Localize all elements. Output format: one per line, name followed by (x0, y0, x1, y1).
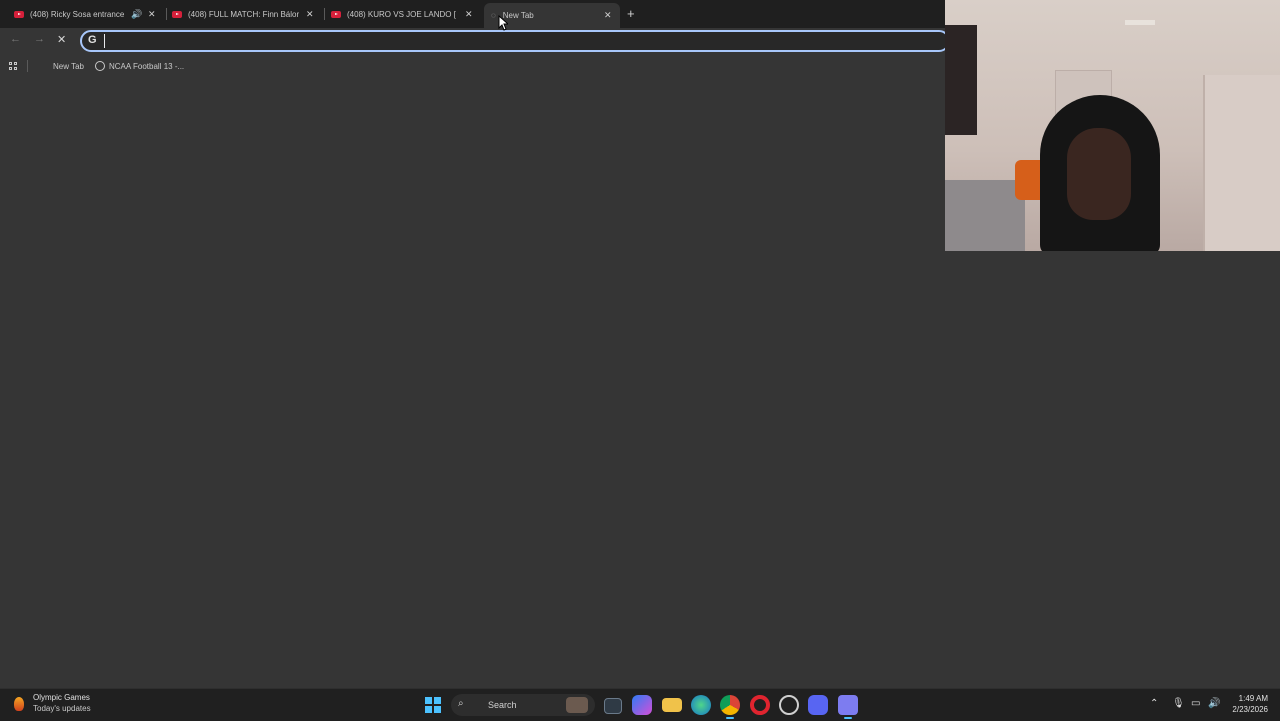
person-face (1067, 128, 1131, 220)
widget-subtitle: Today's updates (33, 704, 91, 713)
youtube-icon (14, 10, 24, 18)
wall-poster (945, 25, 977, 135)
address-bar[interactable]: G (80, 30, 950, 52)
stop-loading-icon[interactable]: ✕ (57, 33, 66, 46)
tab-title: (408) KURO VS JOE LANDO [ F (347, 9, 457, 19)
close-icon[interactable]: ✕ (306, 9, 314, 20)
new-tab-button[interactable]: + (627, 6, 635, 21)
tab-strip: (408) Ricky Sosa entrance a 🔊 ✕ (408) FU… (0, 0, 945, 28)
taskbar-search[interactable]: ⌕ Search (451, 694, 595, 716)
tab-divider (166, 8, 167, 20)
bookmark-new-tab[interactable]: New Tab (53, 62, 84, 71)
roblox-icon[interactable] (838, 695, 858, 719)
microphone-icon[interactable]: 🎙 (1172, 698, 1185, 709)
apps-grid-icon[interactable] (9, 62, 17, 70)
google-icon: G (88, 34, 97, 46)
bed (945, 180, 1025, 251)
taskbar: Olympic Games Today's updates ⌕ Search ⌃… (0, 688, 1280, 721)
copilot-icon[interactable] (632, 695, 652, 715)
clock[interactable]: 1:49 AM 2/23/2026 (1224, 693, 1268, 715)
file-explorer-icon[interactable] (662, 698, 682, 712)
speaker-icon[interactable]: 🔊 (131, 9, 142, 20)
webcam-overlay (945, 0, 1280, 251)
tab-divider (324, 8, 325, 20)
widget-title: Olympic Games (33, 693, 90, 702)
globe-icon (95, 61, 105, 71)
bookmark-ncaa-football[interactable]: NCAA Football 13 -... (109, 62, 184, 71)
bookmarks-bar: New Tab NCAA Football 13 -... (0, 56, 945, 76)
opera-icon[interactable] (750, 695, 770, 715)
tab-full-match[interactable]: (408) FULL MATCH: Finn Bálor v ✕ (172, 4, 322, 24)
ceiling-light (1125, 20, 1155, 25)
torch-icon (14, 697, 24, 711)
chrome-icon[interactable] (720, 695, 740, 719)
tab-title: (408) FULL MATCH: Finn Bálor v (188, 9, 300, 19)
clock-time: 1:49 AM (1238, 694, 1268, 703)
steam-icon[interactable] (779, 695, 799, 715)
edge-icon[interactable] (691, 695, 711, 715)
discord-icon[interactable] (808, 695, 828, 715)
address-input[interactable] (104, 34, 905, 48)
youtube-icon (172, 10, 182, 18)
chevron-up-icon[interactable]: ⌃ (1150, 698, 1158, 709)
close-icon[interactable]: ✕ (465, 9, 473, 20)
bookmark-divider (27, 60, 28, 72)
close-icon[interactable]: ✕ (148, 9, 156, 20)
network-icon[interactable]: ▭ (1191, 698, 1200, 709)
room-door (1203, 75, 1280, 251)
tab-ricky-sosa[interactable]: (408) Ricky Sosa entrance a 🔊 ✕ (14, 4, 164, 24)
search-highlight-image (566, 697, 588, 713)
clock-date: 2/23/2026 (1232, 705, 1268, 714)
mouse-cursor-icon (498, 15, 508, 31)
task-view-icon[interactable] (604, 698, 622, 714)
search-icon: ⌕ (458, 698, 464, 709)
forward-arrow-icon[interactable]: → (34, 33, 45, 45)
volume-icon[interactable]: 🔊 (1208, 698, 1220, 709)
back-arrow-icon[interactable]: ← (10, 33, 21, 45)
youtube-icon (331, 10, 341, 18)
tab-title: (408) Ricky Sosa entrance a (30, 9, 126, 19)
loading-icon: ◌ (491, 11, 496, 20)
start-button[interactable] (425, 697, 441, 713)
search-label: Search (488, 700, 517, 710)
close-icon[interactable]: ✕ (604, 10, 612, 21)
tab-kuro-vs-joe-lando[interactable]: (408) KURO VS JOE LANDO [ F ✕ (331, 4, 481, 24)
